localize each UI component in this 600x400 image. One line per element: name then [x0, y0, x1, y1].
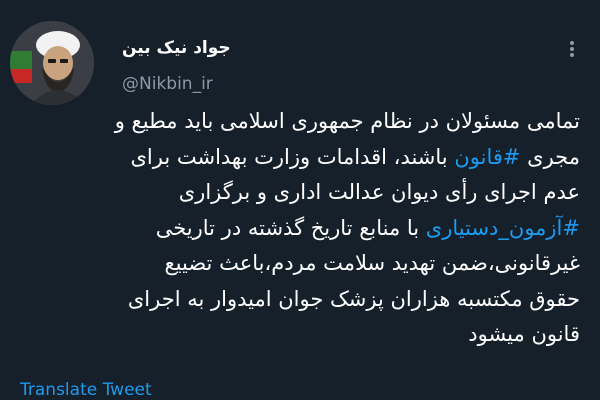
tweet-line: قانون میشود [468, 322, 580, 346]
author-name[interactable]: جواد نیک بین [122, 38, 231, 58]
more-vertical-icon[interactable] [562, 39, 582, 59]
tweet-line: حقوق مکتسبه هزاران پزشک جوان امیدوار به … [127, 286, 580, 311]
tweet-line: تمامی مسئولان در نظام جمهوری اسلامی باید… [114, 109, 580, 133]
author-handle[interactable]: @Nikbin_ir [122, 74, 213, 94]
tweet-text-segment: باشند، اقدامات وزارت بهداشت برای [130, 144, 455, 169]
translate-tweet-link[interactable]: Translate Tweet [20, 380, 152, 400]
hashtag-link-ghanoon[interactable]: #قانون [454, 145, 520, 169]
tweet-text: تمامی مسئولان در نظام جمهوری اسلامی باید… [20, 104, 580, 353]
more-dot [570, 53, 574, 57]
tweet-text-segment: با منابع تاریخ گذشته در تاریخی [155, 215, 426, 240]
tweet-line: عدم اجرای رأی دیوان عدالت اداری و برگزار… [178, 180, 580, 204]
tweet-text-segment: مجری [520, 144, 580, 169]
hashtag-link-azmoon-dastyari[interactable]: #آزمون_دستیاری [426, 216, 580, 240]
tweet-line: غیرقانونی،ضمن تهدید سلامت مردم،باعث تضیی… [164, 251, 581, 275]
more-dot [570, 47, 574, 51]
more-dot [570, 41, 574, 45]
tweet-card: جواد نیک بین @Nikbin_ir تمامی مسئولان در… [0, 0, 600, 400]
tweet-header: جواد نیک بین @Nikbin_ir [0, 12, 600, 105]
avatar[interactable] [10, 21, 94, 105]
tweet-line: مجری #قانون باشند، اقدامات وزارت بهداشت … [20, 140, 580, 176]
tweet-line: #آزمون_دستیاری با منابع تاریخ گذشته در ت… [20, 211, 580, 247]
avatar-image [10, 21, 94, 105]
